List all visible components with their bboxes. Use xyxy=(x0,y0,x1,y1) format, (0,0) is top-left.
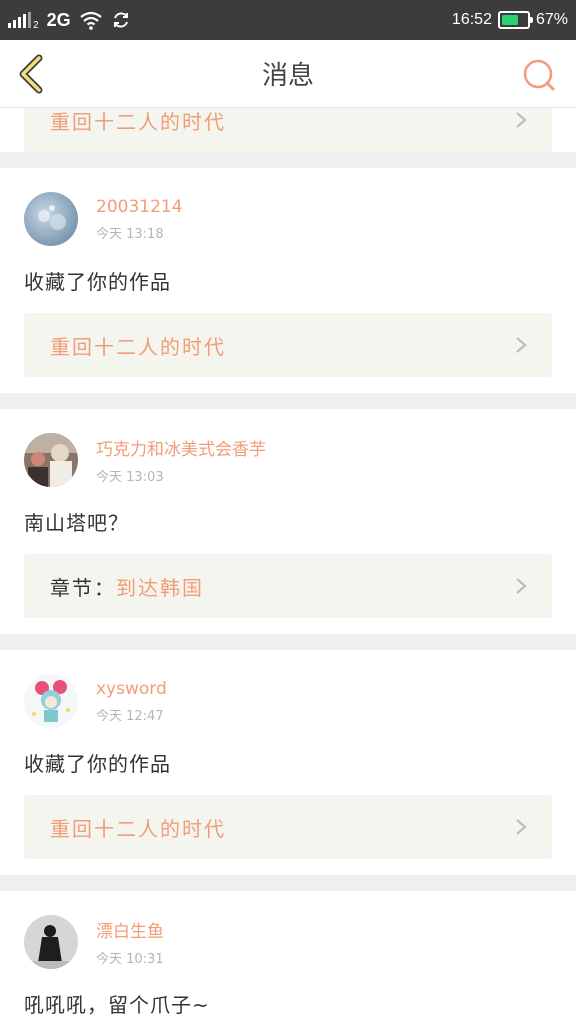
avatar[interactable] xyxy=(24,192,78,246)
message-meta: 20031214 今天 13:18 xyxy=(96,197,183,242)
message-header: 20031214 今天 13:18 xyxy=(24,192,552,246)
work-title: 重回十二人的时代 xyxy=(50,109,226,134)
username[interactable]: 20031214 xyxy=(96,197,183,217)
avatar[interactable] xyxy=(24,674,78,728)
message-item-partial: 重回十二人的时代 xyxy=(0,108,576,152)
timestamp: 今天 13:18 xyxy=(96,226,164,242)
work-link-card[interactable]: 重回十二人的时代 xyxy=(24,313,552,377)
message-item[interactable]: 漂白生鱼 今天 10:31 吼吼吼，留个爪子~ xyxy=(0,891,576,1024)
message-item[interactable]: xysword 今天 12:47 收藏了你的作品 重回十二人的时代 xyxy=(0,650,576,875)
message-header: 漂白生鱼 今天 10:31 xyxy=(24,915,552,969)
back-button[interactable] xyxy=(14,54,48,94)
message-item[interactable]: 巧克力和冰美式会香芋 今天 13:03 南山塔吧？ 章节：到达韩国 xyxy=(0,409,576,634)
chevron-right-icon xyxy=(516,578,527,594)
page-title: 消息 xyxy=(261,61,314,91)
work-title: 重回十二人的时代 xyxy=(50,816,226,841)
chevron-right-icon xyxy=(516,337,527,353)
battery-fill xyxy=(501,15,519,25)
chapter-link-card[interactable]: 章节：到达韩国 xyxy=(24,554,552,618)
chapter-label: 章节： xyxy=(50,575,116,600)
work-title: 重回十二人的时代 xyxy=(50,334,226,359)
message-item[interactable]: 20031214 今天 13:18 收藏了你的作品 重回十二人的时代 xyxy=(0,168,576,393)
status-left: 2 2G xyxy=(8,10,131,31)
sync-icon xyxy=(113,12,128,28)
battery-icon xyxy=(497,11,533,29)
message-text: 收藏了你的作品 xyxy=(24,752,171,776)
chapter-title: 到达韩国 xyxy=(116,575,204,600)
message-text: 吼吼吼，留个爪子~ xyxy=(24,993,210,1017)
work-link-card[interactable]: 重回十二人的时代 xyxy=(24,108,552,152)
message-header: xysword 今天 12:47 xyxy=(24,674,552,728)
chapter-ref: 章节：到达韩国 xyxy=(50,572,204,601)
network-type: 2G xyxy=(46,9,71,30)
message-header: 巧克力和冰美式会香芋 今天 13:03 xyxy=(24,433,552,487)
chevron-right-icon xyxy=(516,112,527,128)
username[interactable]: xysword xyxy=(96,679,167,699)
message-meta: 巧克力和冰美式会香芋 今天 13:03 xyxy=(96,435,266,485)
message-meta: xysword 今天 12:47 xyxy=(96,679,167,724)
clock: 16:52 xyxy=(451,11,492,28)
message-text: 南山塔吧？ xyxy=(24,511,129,535)
battery-percent: 67% xyxy=(535,11,568,28)
username[interactable]: 漂白生鱼 xyxy=(96,917,164,942)
avatar[interactable] xyxy=(24,915,78,969)
search-button[interactable] xyxy=(522,58,556,92)
chevron-right-icon xyxy=(516,819,527,835)
timestamp: 今天 10:31 xyxy=(96,952,164,967)
avatar[interactable] xyxy=(24,433,78,487)
status-bar: 2 2G 16:52 67% xyxy=(0,0,576,40)
wifi-icon xyxy=(79,11,102,30)
work-link-card[interactable]: 重回十二人的时代 xyxy=(24,795,552,859)
sim-index: 2 xyxy=(33,19,39,31)
signal-icon xyxy=(8,12,31,28)
timestamp: 今天 13:03 xyxy=(96,470,164,485)
message-meta: 漂白生鱼 今天 10:31 xyxy=(96,917,164,967)
status-right: 16:52 67% xyxy=(452,11,568,29)
username[interactable]: 巧克力和冰美式会香芋 xyxy=(96,435,266,460)
message-list[interactable]: 重回十二人的时代 20031214 今天 13:18 收藏了你的作品 重回十二人… xyxy=(0,108,576,1024)
timestamp: 今天 12:47 xyxy=(96,708,164,724)
app-header: 消息 xyxy=(0,40,576,108)
message-text: 收藏了你的作品 xyxy=(24,270,171,294)
